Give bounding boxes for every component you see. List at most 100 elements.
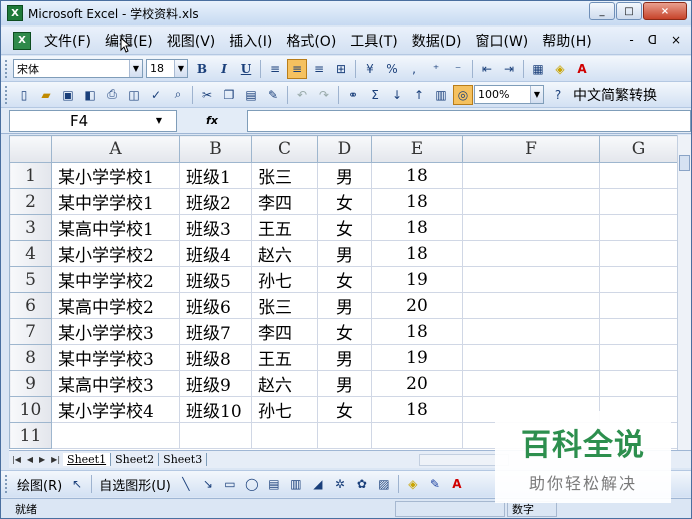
name-box[interactable]: F4 ▼ bbox=[9, 109, 177, 132]
cell-d[interactable]: 男 bbox=[317, 292, 372, 319]
workbook-minimize-button[interactable]: - bbox=[629, 33, 633, 47]
tab-first-icon[interactable]: |◀ bbox=[9, 455, 24, 464]
scroll-thumb[interactable] bbox=[679, 155, 690, 171]
cell-d[interactable]: 女 bbox=[317, 214, 372, 241]
cell-b[interactable]: 班级8 bbox=[179, 344, 252, 371]
row-header[interactable]: 3 bbox=[9, 214, 52, 241]
select-objects-icon[interactable]: ↖ bbox=[67, 474, 87, 494]
row-header[interactable]: 1 bbox=[9, 162, 52, 189]
tab-sheet2[interactable]: Sheet2 bbox=[111, 453, 160, 466]
select-all-corner[interactable] bbox=[9, 135, 52, 163]
format-painter-icon[interactable]: ✎ bbox=[263, 85, 283, 105]
fill-color-icon[interactable]: ◈ bbox=[550, 59, 570, 79]
cell-e[interactable]: 18 bbox=[371, 240, 463, 267]
tab-last-icon[interactable]: ▶| bbox=[48, 455, 63, 464]
cell-d[interactable]: 女 bbox=[317, 266, 372, 293]
percent-icon[interactable]: % bbox=[382, 59, 402, 79]
close-button[interactable]: × bbox=[643, 2, 687, 20]
row-header[interactable]: 8 bbox=[9, 344, 52, 371]
font-size-select[interactable]: 18 ▼ bbox=[146, 59, 188, 78]
cell-f[interactable] bbox=[462, 344, 600, 371]
comma-style-icon[interactable]: , bbox=[404, 59, 424, 79]
column-header-c[interactable]: C bbox=[251, 135, 318, 163]
cell-b[interactable]: 班级6 bbox=[179, 292, 252, 319]
cell-b[interactable]: 班级2 bbox=[179, 188, 252, 215]
permission-icon[interactable]: ◧ bbox=[80, 85, 100, 105]
research-icon[interactable]: ⌕ bbox=[168, 85, 188, 105]
draw-menu-button[interactable]: 绘图(R) bbox=[13, 475, 66, 494]
cell-d[interactable]: 男 bbox=[317, 370, 372, 397]
row-header[interactable]: 2 bbox=[9, 188, 52, 215]
row-header[interactable]: 11 bbox=[9, 422, 52, 449]
line-icon[interactable]: ╲ bbox=[176, 474, 196, 494]
cell-a[interactable]: 某中学学校2 bbox=[51, 266, 180, 293]
sort-ascending-icon[interactable]: ↓ bbox=[387, 85, 407, 105]
chevron-down-icon[interactable]: ▼ bbox=[530, 86, 543, 103]
cell-c[interactable]: 赵六 bbox=[251, 370, 318, 397]
cell-g[interactable] bbox=[599, 240, 678, 267]
tab-next-icon[interactable]: ▶ bbox=[36, 455, 48, 464]
excel-app-icon[interactable]: X bbox=[7, 5, 23, 21]
currency-icon[interactable]: ¥ bbox=[360, 59, 380, 79]
cell-e[interactable]: 19 bbox=[371, 344, 463, 371]
toolbar-grip[interactable] bbox=[5, 85, 9, 104]
cell-d[interactable]: 男 bbox=[317, 162, 372, 189]
cell-c[interactable] bbox=[251, 422, 318, 449]
cell-g[interactable] bbox=[599, 188, 678, 215]
cell-f[interactable] bbox=[462, 370, 600, 397]
font-color-icon[interactable]: A bbox=[572, 59, 592, 79]
cell-a[interactable]: 某高中学校2 bbox=[51, 292, 180, 319]
cell-g[interactable] bbox=[599, 162, 678, 189]
row-header[interactable]: 7 bbox=[9, 318, 52, 345]
cell-b[interactable]: 班级1 bbox=[179, 162, 252, 189]
cell-g[interactable] bbox=[599, 292, 678, 319]
workbook-icon[interactable]: X bbox=[13, 31, 31, 50]
cell-a[interactable]: 某中学学校1 bbox=[51, 188, 180, 215]
merge-center-icon[interactable]: ⊞ bbox=[331, 59, 351, 79]
cell-f[interactable] bbox=[462, 292, 600, 319]
column-header-f[interactable]: F bbox=[462, 135, 600, 163]
cell-g[interactable] bbox=[599, 318, 678, 345]
menu-data[interactable]: 数据(D) bbox=[405, 31, 469, 51]
cell-a[interactable]: 某小学学校2 bbox=[51, 240, 180, 267]
increase-decimal-icon[interactable]: ⁺ bbox=[426, 59, 446, 79]
bold-button[interactable]: B bbox=[192, 59, 212, 79]
cell-a[interactable]: 某小学学校1 bbox=[51, 162, 180, 189]
cell-b[interactable]: 班级5 bbox=[179, 266, 252, 293]
vertical-scrollbar[interactable] bbox=[677, 135, 691, 450]
drawing-toggle-icon[interactable]: ◎ bbox=[453, 84, 473, 105]
oval-icon[interactable]: ◯ bbox=[242, 474, 262, 494]
autosum-icon[interactable]: Σ bbox=[365, 85, 385, 105]
chinese-conversion-button[interactable]: 中文简繁转换 bbox=[569, 85, 661, 105]
zoom-select[interactable]: 100% ▼ bbox=[474, 85, 544, 104]
clip-art-icon[interactable]: ✿ bbox=[352, 474, 372, 494]
cell-b[interactable]: 班级4 bbox=[179, 240, 252, 267]
vertical-text-box-icon[interactable]: ▥ bbox=[286, 474, 306, 494]
menu-insert[interactable]: 插入(I) bbox=[222, 31, 279, 51]
cell-d[interactable]: 女 bbox=[317, 396, 372, 423]
print-icon[interactable]: ⎙ bbox=[102, 85, 122, 105]
cell-f[interactable] bbox=[462, 214, 600, 241]
autoshapes-menu-button[interactable]: 自选图形(U) bbox=[95, 475, 175, 494]
row-header[interactable]: 10 bbox=[9, 396, 52, 423]
help-icon[interactable]: ? bbox=[548, 85, 568, 105]
cell-f[interactable] bbox=[462, 240, 600, 267]
sort-descending-icon[interactable]: ↑ bbox=[409, 85, 429, 105]
save-icon[interactable]: ▣ bbox=[58, 85, 78, 105]
tab-prev-icon[interactable]: ◀ bbox=[24, 455, 36, 464]
cell-f[interactable] bbox=[462, 318, 600, 345]
row-header[interactable]: 6 bbox=[9, 292, 52, 319]
cell-d[interactable]: 女 bbox=[317, 318, 372, 345]
column-header-e[interactable]: E bbox=[371, 135, 463, 163]
menu-format[interactable]: 格式(O) bbox=[279, 31, 343, 51]
column-header-d[interactable]: D bbox=[317, 135, 372, 163]
menu-window[interactable]: 窗口(W) bbox=[469, 31, 536, 51]
toolbar-grip[interactable] bbox=[5, 475, 9, 493]
cell-d[interactable] bbox=[317, 422, 372, 449]
cell-e[interactable]: 20 bbox=[371, 292, 463, 319]
cut-icon[interactable]: ✂ bbox=[197, 85, 217, 105]
cell-d[interactable]: 男 bbox=[317, 344, 372, 371]
menu-help[interactable]: 帮助(H) bbox=[535, 31, 598, 51]
toolbar-grip[interactable] bbox=[5, 59, 9, 78]
decrease-decimal-icon[interactable]: ⁻ bbox=[448, 59, 468, 79]
